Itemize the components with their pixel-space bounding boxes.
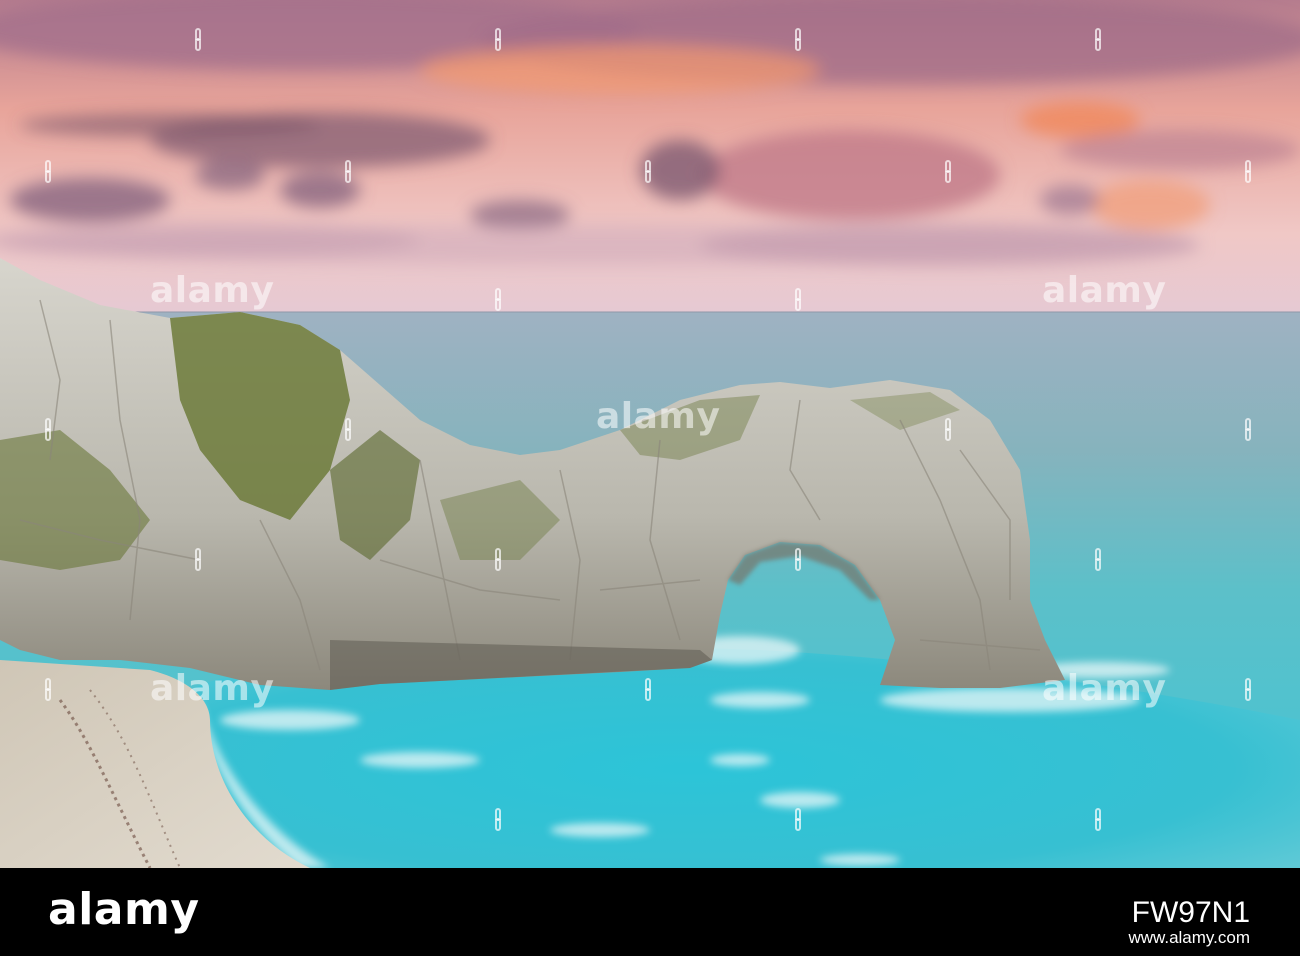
image-id: FW97N1 [1131, 896, 1250, 929]
brand-logo: alamy [48, 884, 200, 935]
footer-bar: alamy FW97N1 www.alamy.com [0, 868, 1300, 956]
site-url: www.alamy.com [1128, 928, 1250, 947]
coastal-arch-photo [0, 0, 1300, 868]
image-frame: alamy alamy alamy alamy alamy alamy FW97… [0, 0, 1300, 956]
